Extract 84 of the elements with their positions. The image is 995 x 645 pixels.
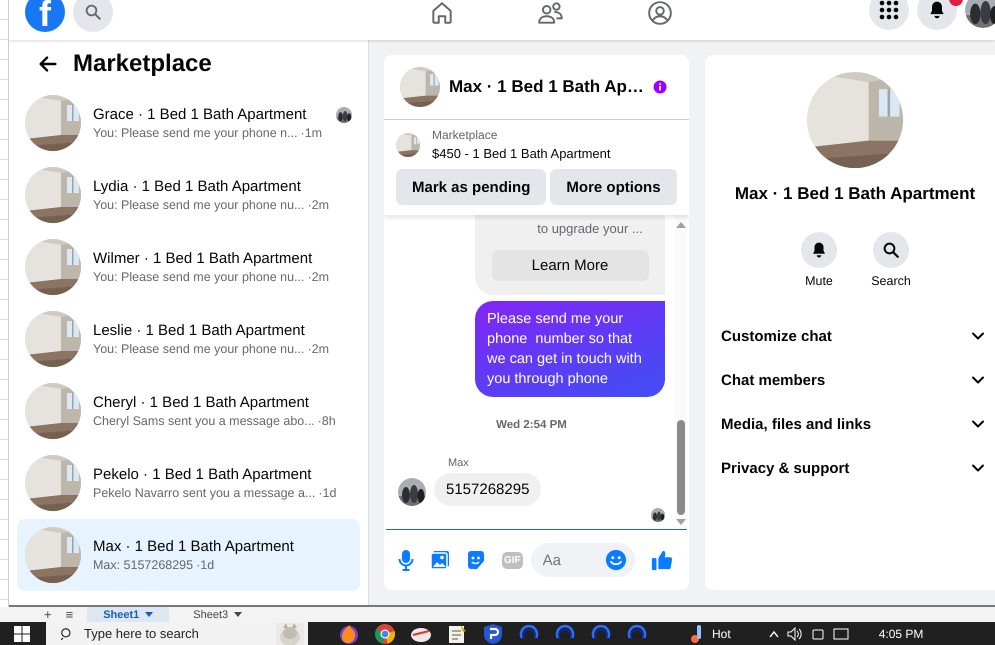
- logo[interactable]: f: [25, 0, 65, 32]
- sender-name: Max: [448, 457, 470, 469]
- taskbar-search-field[interactable]: Type here to search: [46, 622, 308, 645]
- microphone-icon[interactable]: [398, 549, 414, 571]
- timestamp: ·1m: [300, 126, 322, 140]
- notepad-icon[interactable]: [446, 622, 468, 644]
- clock[interactable]: 4:05 PM: [878, 626, 924, 640]
- outgoing-message: Please send me your phone number so that we can get in touch with you through phone: [475, 301, 665, 397]
- learn-more-button[interactable]: Learn More: [492, 250, 648, 281]
- timestamp: ·2m: [308, 342, 330, 356]
- image-icon[interactable]: [430, 550, 450, 570]
- grid-icon: [879, 0, 899, 20]
- search-icon: [84, 3, 102, 21]
- action-label: Mute: [805, 274, 833, 288]
- message-preview: You: Please send me your phone nu...: [93, 270, 304, 284]
- action-label: Search: [871, 274, 911, 288]
- message-field[interactable]: Aa: [530, 543, 635, 577]
- menu-button[interactable]: [869, 0, 909, 30]
- timestamp: ·2m: [308, 198, 330, 212]
- people-icon[interactable]: [537, 0, 565, 26]
- flame-icon[interactable]: [338, 622, 360, 644]
- sticker-icon[interactable]: [466, 550, 486, 570]
- message-preview: Pekelo Navarro sent you a message a...: [93, 486, 316, 500]
- page-title: Marketplace: [73, 50, 212, 78]
- section-header[interactable]: Chat members: [705, 358, 995, 402]
- profile-icon[interactable]: [647, 0, 673, 26]
- section-header[interactable]: Media, files and links: [705, 402, 995, 446]
- caret-icon: [145, 612, 154, 617]
- monitor-icon[interactable]: [832, 626, 849, 640]
- caret-icon: [234, 612, 242, 617]
- message-preview: Max: 5157268295: [93, 558, 194, 572]
- scroll-thumb[interactable]: [677, 420, 685, 515]
- chevron-icon[interactable]: [768, 630, 779, 638]
- conversation-item[interactable]: Leslie · 1 Bed 1 Bath Apartment You: Please send me your phone nu... ·2m: [17, 303, 360, 375]
- listing-title: $450 - 1 Bed 1 Bath Apartment: [432, 146, 611, 161]
- conversation-name: Max · 1 Bed 1 Bath Apartment: [734, 184, 976, 204]
- search-button[interactable]: [873, 232, 909, 268]
- sheet-tab[interactable]: Sheet1: [87, 607, 170, 622]
- conversation-item[interactable]: Lydia · 1 Bed 1 Bath Apartment You: Please send me your phone nu... ·2m: [17, 159, 360, 231]
- section-header[interactable]: Customize chat: [705, 314, 995, 358]
- add-sheet-button[interactable]: +: [44, 607, 52, 622]
- browser-icon[interactable]: [374, 622, 396, 644]
- conversation-title: Max · 1 Bed 1 Bath Apartment: [93, 538, 294, 555]
- mute-button[interactable]: [801, 232, 837, 268]
- listing-source: Marketplace: [432, 128, 498, 142]
- conversation-title: Pekelo · 1 Bed 1 Bath Apartment: [93, 466, 312, 483]
- search-icon: [882, 241, 900, 259]
- listing-action-button[interactable]: More options: [550, 169, 677, 205]
- conversation-title: Cheryl · 1 Bed 1 Bath Apartment: [93, 394, 310, 411]
- thermometer-icon: [690, 624, 704, 644]
- message-preview: Cheryl Sams sent you a message abo...: [93, 414, 315, 428]
- timestamp: ·2m: [308, 270, 330, 284]
- weather-text: Hot: [712, 626, 731, 640]
- conversation-title: Leslie · 1 Bed 1 Bath Apartment: [93, 322, 306, 339]
- timestamp: ·1d: [196, 558, 214, 572]
- sheet-list-button[interactable]: ≡: [66, 607, 74, 622]
- message-timestamp: Wed 2:54 PM: [496, 419, 567, 431]
- conversation-item[interactable]: Max · 1 Bed 1 Bath Apartment Max: 5157268295 ·1d: [17, 519, 360, 591]
- timestamp: ·8h: [318, 414, 336, 428]
- bell-icon: [810, 241, 828, 259]
- notifications-button[interactable]: [917, 0, 957, 30]
- listing-action-button[interactable]: Mark as pending: [396, 169, 546, 205]
- section-header[interactable]: Privacy & support: [705, 446, 995, 490]
- card-text: to upgrade your ...: [536, 221, 643, 236]
- conversation-title: Wilmer · 1 Bed 1 Bath Apartment: [93, 250, 314, 267]
- emoji-icon[interactable]: [604, 549, 627, 571]
- message-preview: You: Please send me your phone nu...: [93, 198, 304, 212]
- scrollbar[interactable]: [675, 215, 687, 529]
- chat-title: Max · 1 Bed 1 Bath Ap…: [449, 77, 644, 97]
- incoming-message: 5157268295: [434, 473, 542, 506]
- speaker-icon[interactable]: [786, 626, 803, 640]
- shield-icon[interactable]: [482, 622, 504, 644]
- thumbs-up-icon[interactable]: [650, 549, 673, 571]
- sheet-tab[interactable]: Sheet3: [183, 607, 252, 622]
- message-preview: You: Please send me your phone n...: [93, 126, 298, 140]
- message-preview: You: Please send me your phone nu...: [93, 342, 304, 356]
- conversation-item[interactable]: Pekelo · 1 Bed 1 Bath Apartment Pekelo Navarro sent you a message a... ·1d: [17, 447, 360, 519]
- conversation-item[interactable]: Wilmer · 1 Bed 1 Bath Apartment You: Please send me your phone nu... ·2m: [17, 231, 360, 303]
- conversation-item[interactable]: Grace · 1 Bed 1 Bath Apartment You: Please send me your phone n... ·1m: [17, 87, 360, 159]
- timestamp: ·1d: [318, 486, 336, 500]
- conversation-title: Grace · 1 Bed 1 Bath Apartment: [93, 106, 308, 123]
- windows-icon[interactable]: [14, 626, 30, 642]
- conversation-title: Lydia · 1 Bed 1 Bath Apartment: [93, 178, 302, 195]
- conversation-item[interactable]: Cheryl · 1 Bed 1 Bath Apartment Cheryl Sams sent you a message abo... ·8h: [17, 375, 360, 447]
